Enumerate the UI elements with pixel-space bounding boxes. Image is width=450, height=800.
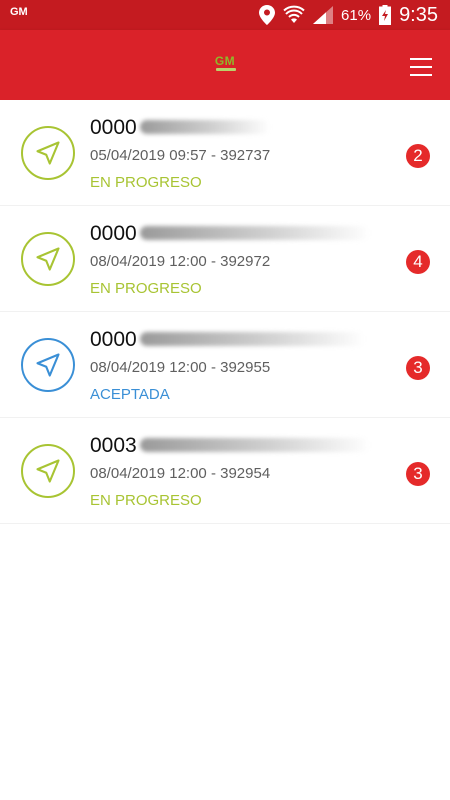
list-item[interactable]: 0000 05/04/2019 09:57 - 392737 EN PROGRESO… (0, 100, 450, 206)
status-circle (21, 444, 75, 498)
status-icons: 61% 9:35 (251, 4, 438, 26)
item-text: 0000 08/04/2019 12:00 - 392955 ACEPTADA (90, 328, 390, 403)
battery-icon (379, 5, 392, 25)
item-status: EN PROGRESO (90, 174, 202, 191)
location-icon (259, 5, 276, 25)
navigation-arrow-icon (36, 459, 60, 483)
item-title: 0000 (90, 328, 390, 354)
logo-underline (216, 68, 236, 71)
item-status: EN PROGRESO (90, 492, 202, 509)
count-badge: 3 (406, 462, 430, 486)
wifi-icon (283, 5, 305, 25)
item-text: 0003 08/04/2019 12:00 - 392954 EN PROGRESO (90, 434, 390, 509)
item-title-text: 0000 (90, 116, 137, 139)
item-title: 0000 (90, 116, 390, 142)
navigation-arrow-icon (36, 141, 60, 165)
list-item[interactable]: 0000 08/04/2019 12:00 - 392955 ACEPTADA 3 (0, 312, 450, 418)
menu-button[interactable] (410, 58, 432, 76)
count-badge: 2 (406, 144, 430, 168)
hamburger-menu-icon (410, 58, 432, 60)
clock: 9:35 (399, 3, 438, 26)
item-title-text: 0000 (90, 328, 137, 351)
order-list: 0000 05/04/2019 09:57 - 392737 EN PROGRESO… (0, 100, 450, 524)
signal-icon (313, 6, 334, 24)
item-status: EN PROGRESO (90, 280, 202, 297)
item-title: 0003 (90, 434, 390, 460)
app-logo: GM (214, 54, 236, 68)
redacted-blur (140, 438, 370, 452)
status-circle (21, 338, 75, 392)
navigation-arrow-icon (36, 353, 60, 377)
status-circle (21, 126, 75, 180)
item-date-id: 08/04/2019 12:00 - 392955 (90, 359, 271, 376)
redacted-blur (140, 226, 370, 240)
status-bar: GM 61% 9:35 (0, 0, 450, 30)
item-title: 0000 (90, 222, 390, 248)
item-date-id: 08/04/2019 12:00 - 392972 (90, 253, 271, 270)
list-item[interactable]: 0000 08/04/2019 12:00 - 392972 EN PROGRESO… (0, 206, 450, 312)
item-title-text: 0003 (90, 434, 137, 457)
item-text: 0000 08/04/2019 12:00 - 392972 EN PROGRESO (90, 222, 390, 297)
item-title-text: 0000 (90, 222, 137, 245)
item-date-id: 08/04/2019 12:00 - 392954 (90, 465, 271, 482)
item-status: ACEPTADA (90, 386, 170, 403)
item-date-id: 05/04/2019 09:57 - 392737 (90, 147, 271, 164)
navigation-arrow-icon (36, 247, 60, 271)
app-bar: GM (0, 30, 450, 100)
notification-app-label: GM (10, 6, 28, 18)
list-item[interactable]: 0003 08/04/2019 12:00 - 392954 EN PROGRESO… (0, 418, 450, 524)
status-circle (21, 232, 75, 286)
redacted-blur (140, 120, 270, 134)
item-text: 0000 05/04/2019 09:57 - 392737 EN PROGRESO (90, 116, 390, 191)
battery-percent: 61% (341, 6, 372, 24)
count-badge: 3 (406, 356, 430, 380)
count-badge: 4 (406, 250, 430, 274)
redacted-blur (140, 332, 365, 346)
